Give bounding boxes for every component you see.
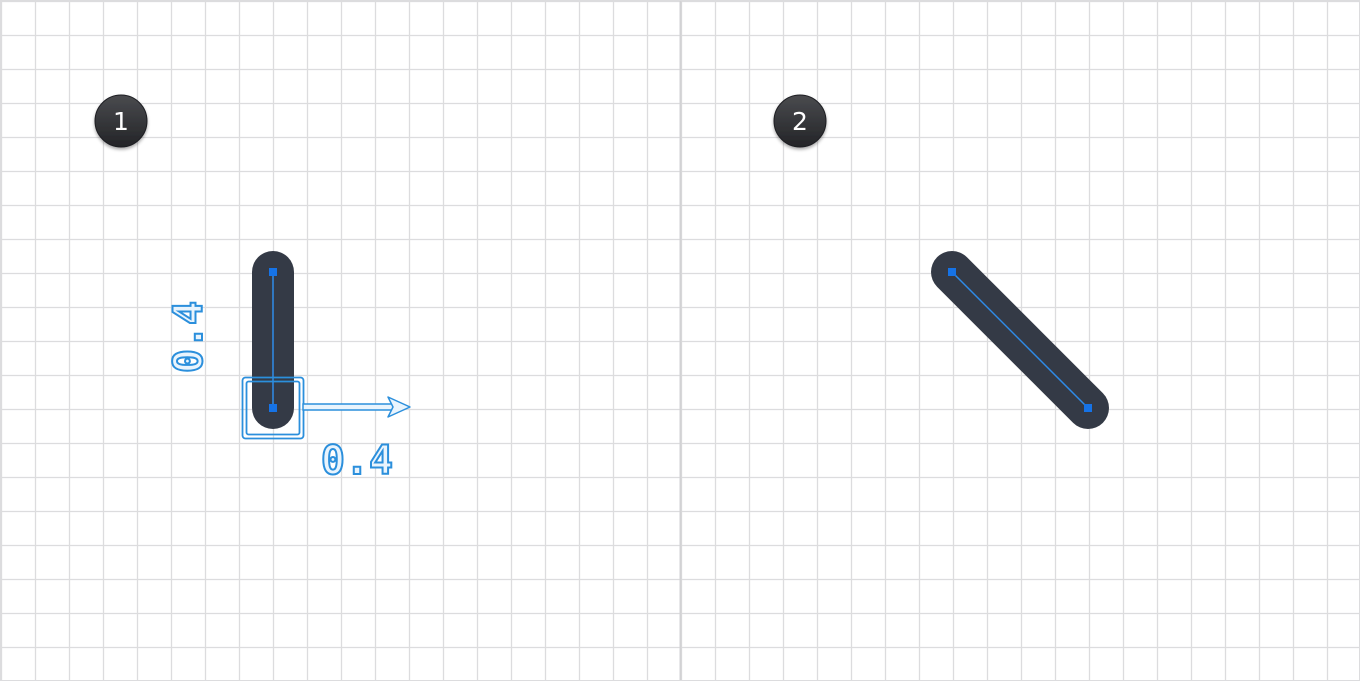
step-number-2: 2 (792, 107, 808, 136)
panel-2: 2 (773, 94, 1109, 429)
top-anchor-point[interactable] (269, 268, 277, 276)
vertical-measure-label: 0.4 (166, 301, 212, 373)
step-badge-1: 1 (94, 94, 148, 148)
diagonal-path-line (951, 271, 1089, 409)
canvas: 1 0.4 0.4 2 (0, 0, 1360, 681)
horizontal-measure-label: 0.4 (321, 438, 393, 484)
move-arrow-icon (302, 396, 411, 418)
panel-1: 1 0.4 0.4 (94, 94, 411, 485)
start-anchor-point[interactable] (948, 268, 956, 276)
artboard: 1 0.4 0.4 2 (0, 0, 1360, 681)
step-number-1: 1 (113, 107, 129, 136)
bottom-anchor-point[interactable] (269, 404, 277, 412)
end-anchor-point[interactable] (1084, 404, 1092, 412)
step-badge-2: 2 (773, 94, 827, 148)
